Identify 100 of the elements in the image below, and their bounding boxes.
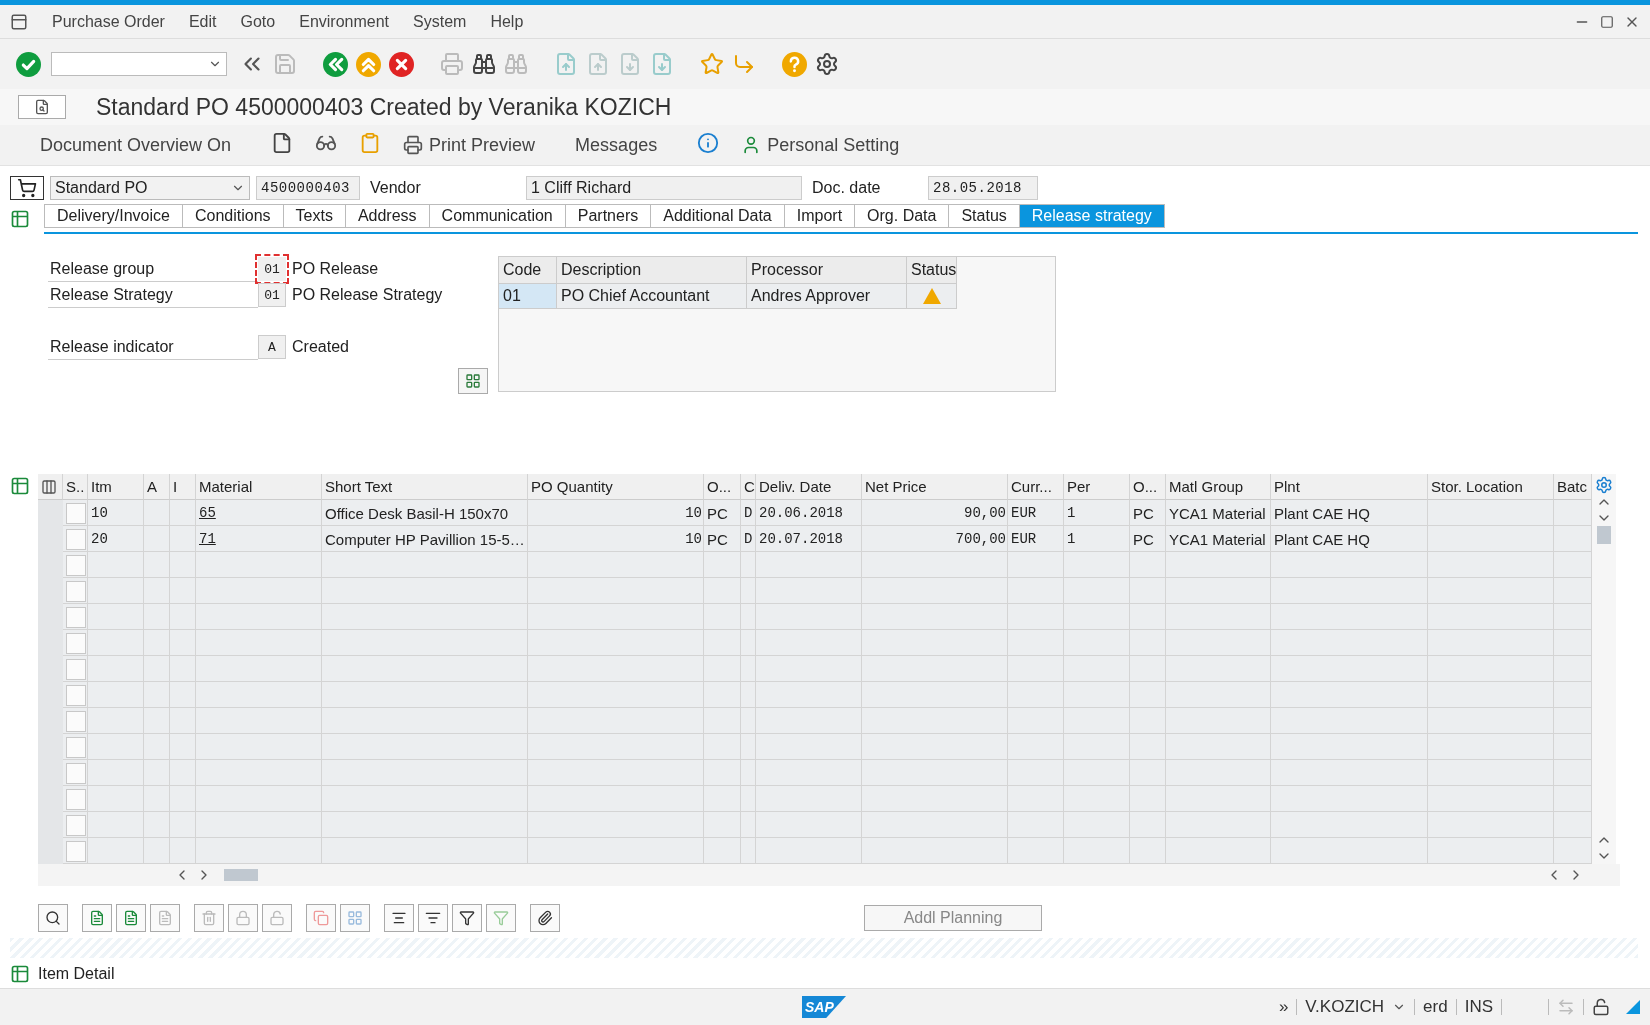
sort-button[interactable] xyxy=(384,904,414,932)
exit-icon[interactable] xyxy=(356,51,381,77)
row-checkbox[interactable] xyxy=(65,736,86,758)
toolbar-button[interactable]: Messages xyxy=(575,134,658,156)
row-checkbox[interactable] xyxy=(65,684,86,706)
sort-desc-button[interactable] xyxy=(418,904,448,932)
toolbar-button[interactable]: Personal Setting xyxy=(741,134,900,156)
menu-item[interactable]: Edit xyxy=(188,12,217,31)
column-header[interactable]: Matl Group xyxy=(1166,474,1271,500)
menu-item[interactable]: Goto xyxy=(240,12,276,31)
row-checkbox[interactable] xyxy=(65,502,86,524)
shortcut-icon[interactable] xyxy=(732,52,756,76)
layout-button[interactable] xyxy=(38,474,63,500)
row-checkbox[interactable] xyxy=(65,554,86,576)
column-header[interactable]: Plnt xyxy=(1271,474,1428,500)
cancel-icon[interactable] xyxy=(389,51,414,77)
tab[interactable]: Communication xyxy=(429,204,566,228)
tab[interactable]: Additional Data xyxy=(651,204,785,228)
row-checkbox[interactable] xyxy=(65,580,86,602)
column-header[interactable]: A xyxy=(144,474,170,500)
info-icon[interactable] xyxy=(697,132,720,154)
status-text[interactable]: V.KOZICH xyxy=(1305,997,1385,1017)
unlock-button[interactable] xyxy=(262,904,292,932)
column-header[interactable]: C xyxy=(741,474,756,500)
find-icon[interactable] xyxy=(472,52,496,76)
column-header[interactable]: PO Quantity xyxy=(528,474,704,500)
tab[interactable]: Import xyxy=(784,204,856,228)
row-checkbox[interactable] xyxy=(65,658,86,680)
row-checkbox[interactable] xyxy=(65,528,86,550)
column-header[interactable]: Curr... xyxy=(1008,474,1064,500)
transfer-icon[interactable] xyxy=(1557,998,1575,1016)
enter-icon[interactable] xyxy=(16,51,41,77)
command-field[interactable] xyxy=(51,52,227,76)
save-icon[interactable] xyxy=(273,52,297,76)
header-toggle-icon[interactable] xyxy=(10,209,30,229)
po-number-field[interactable]: 4500000403 xyxy=(256,176,360,200)
first-page-icon[interactable] xyxy=(554,52,578,76)
help-icon[interactable] xyxy=(782,51,807,77)
column-header[interactable]: O... xyxy=(704,474,741,500)
column-header[interactable]: Stor. Location xyxy=(1428,474,1554,500)
doc-date-field[interactable]: 28.05.2018 xyxy=(928,176,1038,200)
menu-item[interactable]: System xyxy=(413,12,467,31)
tab[interactable]: Partners xyxy=(565,204,652,228)
last-page-icon[interactable] xyxy=(650,52,674,76)
row-checkbox[interactable] xyxy=(65,632,86,654)
column-header[interactable]: S.. xyxy=(63,474,88,500)
overview-button[interactable] xyxy=(458,368,488,394)
copy-button[interactable] xyxy=(306,904,336,932)
column-header[interactable]: Short Text xyxy=(322,474,528,500)
column-settings-icon[interactable] xyxy=(1595,476,1613,494)
tab[interactable]: Delivery/Invoice xyxy=(44,204,183,228)
menu-item[interactable]: Purchase Order xyxy=(52,12,165,31)
print-icon[interactable] xyxy=(440,52,464,76)
maximize-icon[interactable] xyxy=(1600,14,1614,29)
next-page-icon[interactable] xyxy=(618,52,642,76)
material-link[interactable]: 71 xyxy=(199,531,216,547)
material-link[interactable]: 65 xyxy=(199,505,216,521)
horizontal-scrollbar[interactable] xyxy=(38,864,1620,886)
previous-page-icon[interactable] xyxy=(586,52,610,76)
select-block-button[interactable] xyxy=(150,904,180,932)
row-checkbox[interactable] xyxy=(65,788,86,810)
deselect-button[interactable] xyxy=(116,904,146,932)
column-header[interactable]: Per xyxy=(1064,474,1130,500)
column-header[interactable]: Itm xyxy=(88,474,144,500)
attach-button[interactable] xyxy=(530,904,560,932)
delete-button[interactable] xyxy=(194,904,224,932)
row-checkbox[interactable] xyxy=(65,606,86,628)
menu-item[interactable]: Environment xyxy=(299,12,390,31)
new-session-icon[interactable] xyxy=(700,52,724,76)
code-field[interactable]: 01 xyxy=(258,283,286,307)
column-header[interactable]: Deliv. Date xyxy=(756,474,862,500)
column-header[interactable]: Net Price xyxy=(862,474,1008,500)
column-header[interactable]: O... xyxy=(1130,474,1166,500)
toggle-icon[interactable] xyxy=(10,964,30,985)
tab[interactable]: Status xyxy=(949,204,1020,228)
row-checkbox[interactable] xyxy=(65,710,86,732)
column-header[interactable]: I xyxy=(170,474,196,500)
cart-button[interactable] xyxy=(10,176,44,200)
column-header[interactable]: Material xyxy=(196,474,322,500)
scroll-thumb[interactable] xyxy=(1597,526,1611,544)
vertical-scrollbar[interactable] xyxy=(1592,474,1616,864)
lock-button[interactable] xyxy=(228,904,258,932)
toolbar-button[interactable]: Document Overview On xyxy=(40,134,232,156)
distribute-button[interactable] xyxy=(340,904,370,932)
settings-icon[interactable] xyxy=(815,52,839,76)
tab[interactable]: Org. Data xyxy=(855,204,950,228)
scroll-thumb[interactable] xyxy=(224,869,258,881)
screen-button[interactable] xyxy=(18,95,66,119)
vendor-field[interactable]: 1 Cliff Richard xyxy=(526,176,802,200)
menu-item[interactable]: Help xyxy=(490,12,524,31)
tab[interactable]: Address xyxy=(345,204,430,228)
back-icon[interactable] xyxy=(323,51,348,77)
menu-icon[interactable] xyxy=(10,12,28,31)
code-field[interactable]: 01 xyxy=(258,257,286,281)
tab[interactable]: Conditions xyxy=(182,204,284,228)
select-all-button[interactable] xyxy=(82,904,112,932)
filter-button[interactable] xyxy=(452,904,482,932)
row-checkbox[interactable] xyxy=(65,814,86,836)
column-header[interactable]: Batc xyxy=(1554,474,1592,500)
row-checkbox[interactable] xyxy=(65,762,86,784)
